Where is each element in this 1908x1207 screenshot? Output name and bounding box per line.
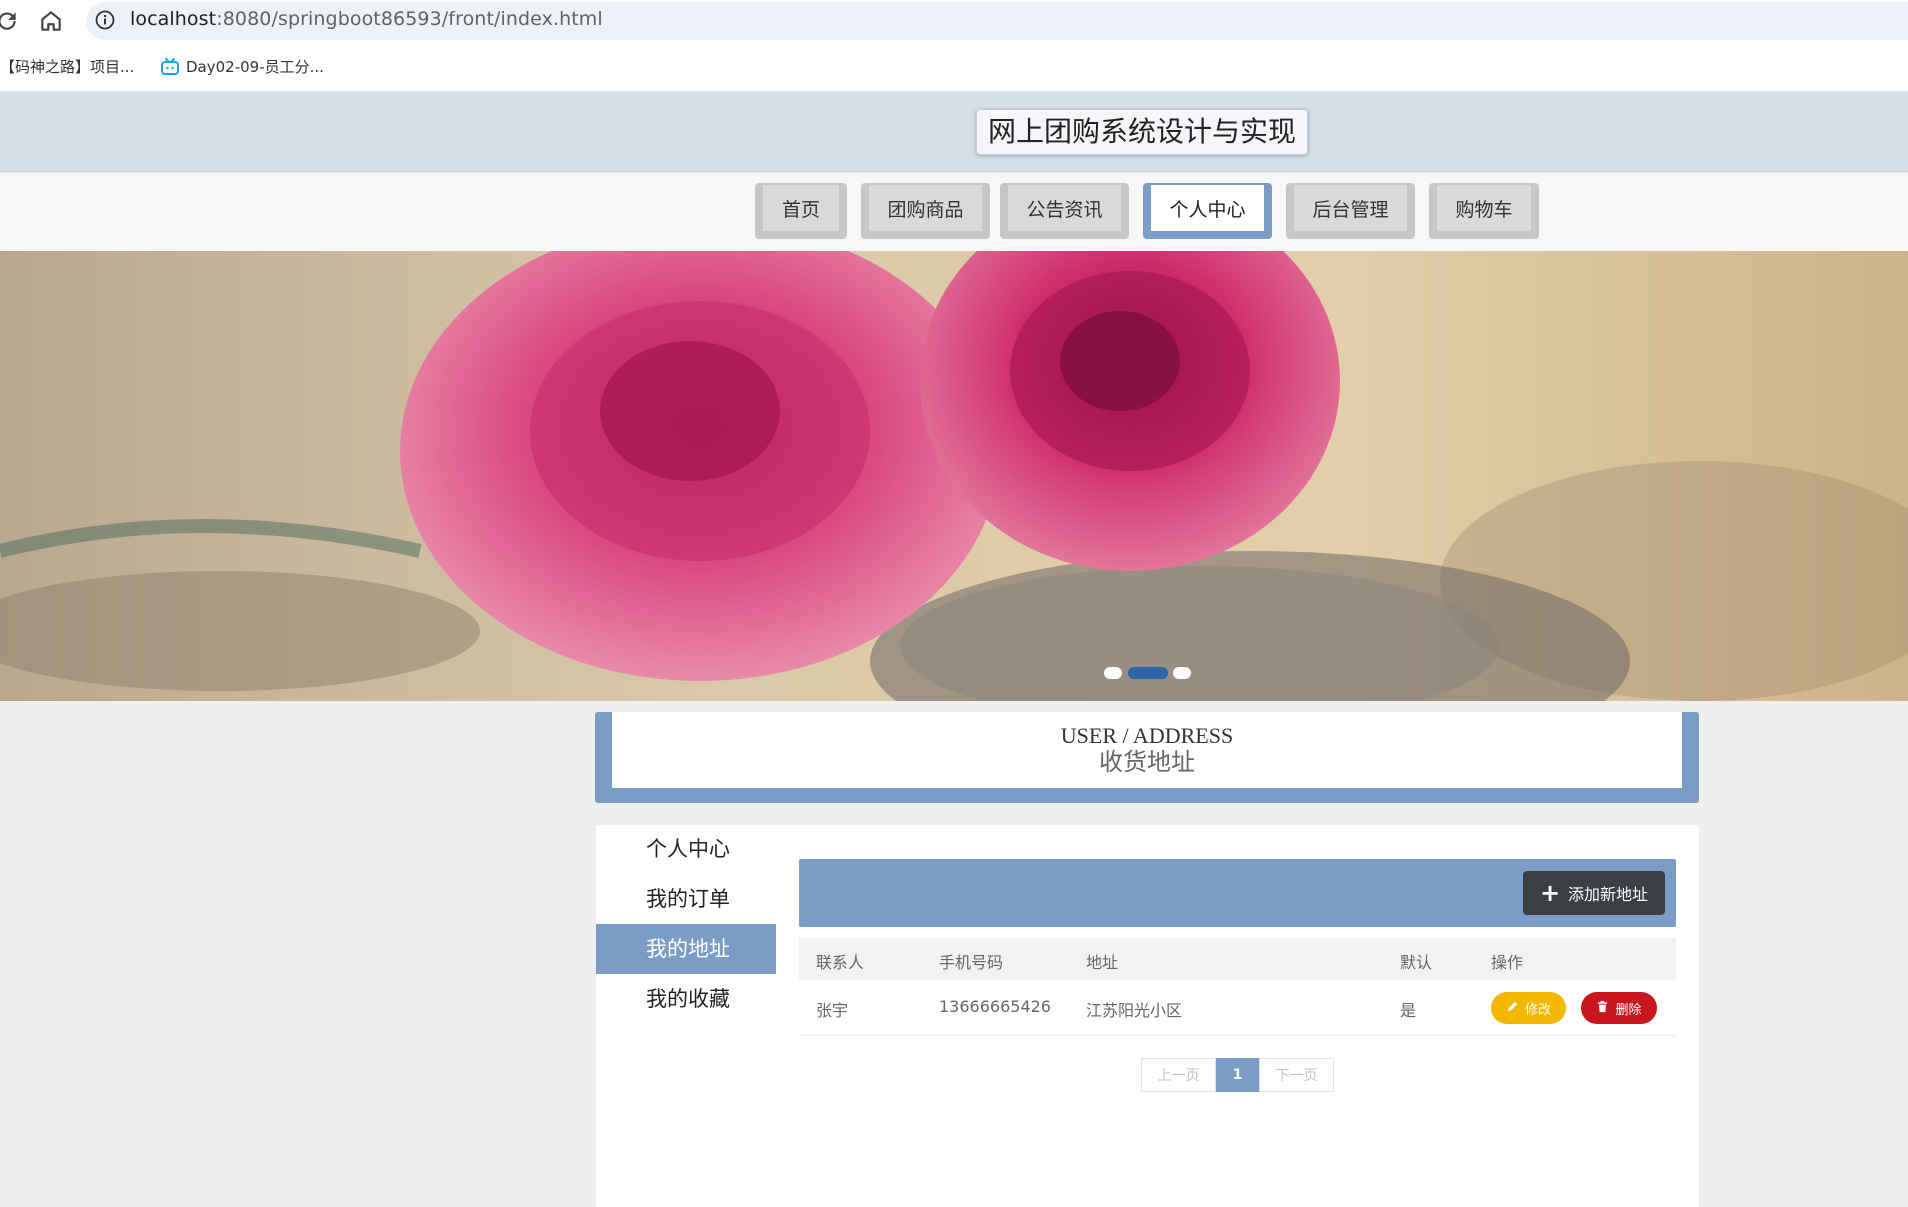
url-host: localhost (130, 8, 217, 30)
pagination-current[interactable]: 1 (1216, 1058, 1259, 1092)
carousel-dot-2[interactable] (1128, 667, 1168, 679)
cell-address: 江苏阳光小区 (1086, 1001, 1183, 1020)
cell-contact: 张宇 (816, 1001, 849, 1020)
sidebar-item-my-orders[interactable]: 我的订单 (596, 874, 776, 924)
col-actions-header: 操作 (1491, 953, 1524, 972)
bookmark-item[interactable]: 【码神之路】项目... (0, 56, 134, 77)
nav-personal-center[interactable]: 个人中心 (1143, 183, 1272, 239)
edit-label: 修改 (1524, 1002, 1551, 1018)
col-address-header: 地址 (1086, 953, 1119, 972)
delete-button[interactable]: 删除 (1581, 992, 1657, 1024)
trash-icon (1596, 1000, 1609, 1017)
nav-announcements[interactable]: 公告资讯 (1000, 183, 1129, 239)
site-header (0, 92, 1908, 172)
url-path: :8080/springboot86593/front/index.html (216, 8, 603, 30)
bookmark-label: Day02-09-员工分... (186, 58, 324, 76)
sidebar-item-my-favorites[interactable]: 我的收藏 (596, 974, 776, 1024)
cell-phone: 13666665426 (939, 997, 1051, 1016)
browser-address-bar: localhost:8080/springboot86593/front/ind… (0, 0, 1908, 42)
delete-label: 删除 (1615, 1002, 1642, 1018)
bookmark-label: 【码神之路】项目... (0, 58, 135, 76)
banner-image (0, 251, 1908, 701)
col-phone-header: 手机号码 (939, 953, 1004, 972)
nav-cart[interactable]: 购物车 (1429, 183, 1539, 239)
table-header (799, 938, 1676, 980)
col-default-header: 默认 (1400, 953, 1433, 972)
section-title-en: USER / ADDRESS (1060, 723, 1234, 748)
sidebar-item-personal-center[interactable]: 个人中心 (596, 824, 776, 874)
reload-icon[interactable] (0, 8, 20, 34)
home-icon[interactable] (38, 8, 64, 34)
pagination-prev[interactable]: 上一页 (1141, 1058, 1216, 1092)
sidebar-item-my-addresses[interactable]: 我的地址 (596, 924, 776, 974)
nav-home[interactable]: 首页 (755, 183, 847, 239)
bilibili-icon (160, 57, 180, 77)
bookmarks-bar: 【码神之路】项目... Day02-09-员工分... (0, 42, 1908, 92)
site-title: 网上团购系统设计与实现 (976, 109, 1309, 155)
edit-button[interactable]: 修改 (1491, 992, 1566, 1024)
section-title: USER / ADDRESS 收货地址 (595, 712, 1699, 803)
carousel-dot-3[interactable] (1173, 667, 1191, 679)
site-info-icon[interactable] (94, 9, 116, 31)
carousel-dot-1[interactable] (1104, 667, 1122, 679)
nav-group-products[interactable]: 团购商品 (861, 183, 990, 239)
cell-default: 是 (1400, 1001, 1417, 1020)
section-title-box: USER / ADDRESS 收货地址 (612, 712, 1682, 788)
col-contact-header: 联系人 (816, 953, 865, 972)
add-address-label: 添加新地址 (1568, 885, 1649, 904)
pencil-icon (1506, 1000, 1519, 1017)
pagination-next[interactable]: 下一页 (1259, 1058, 1334, 1092)
url-text: localhost:8080/springboot86593/front/ind… (130, 8, 603, 30)
plus-icon: + (1539, 879, 1561, 907)
banner-carousel (0, 251, 1908, 701)
add-address-button[interactable]: + 添加新地址 (1523, 871, 1665, 915)
bookmark-item[interactable]: Day02-09-员工分... (160, 56, 324, 77)
section-title-cn: 收货地址 (1099, 750, 1195, 776)
nav-admin[interactable]: 后台管理 (1286, 183, 1415, 239)
